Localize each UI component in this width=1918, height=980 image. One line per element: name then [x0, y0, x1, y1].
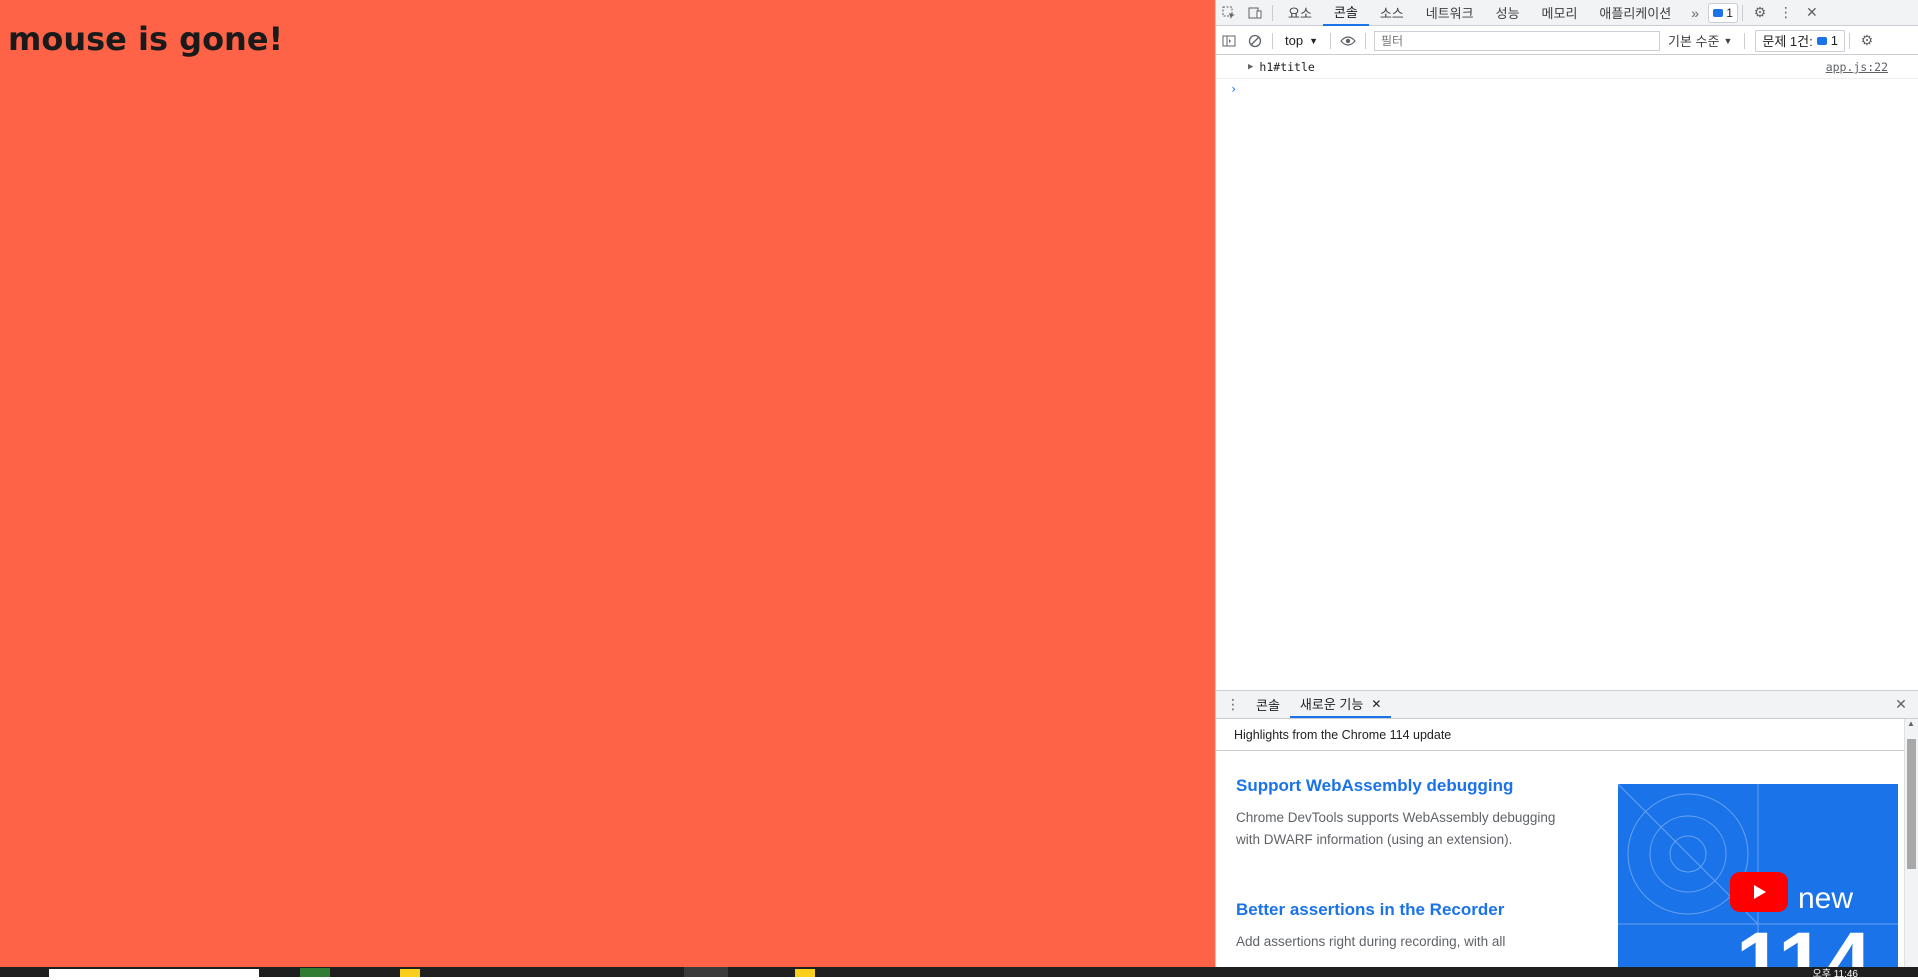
kebab-menu-icon[interactable]: ⋮: [1220, 692, 1246, 718]
youtube-play-icon[interactable]: [1730, 872, 1788, 912]
gear-icon[interactable]: ⚙: [1747, 0, 1773, 26]
feature-description: Chrome DevTools supports WebAssembly deb…: [1236, 810, 1556, 847]
tab-performance[interactable]: 성능: [1485, 0, 1531, 26]
video-new-label: new: [1798, 882, 1854, 915]
console-prompt[interactable]: ›: [1230, 82, 1237, 96]
devtools-tab-bar: 요소 콘솔 소스 네트워크 성능 메모리 애플리케이션 » 1 ⚙ ⋮ ✕: [1216, 0, 1918, 26]
issues-count: 1: [1830, 33, 1838, 48]
windows-taskbar: 오후 11:46: [0, 965, 1918, 980]
console-settings-gear-icon[interactable]: ⚙: [1854, 28, 1880, 54]
console-entry-text: h1#title: [1259, 60, 1315, 74]
taskbar-app-icon[interactable]: [684, 967, 728, 977]
whats-new-content: Support WebAssembly debugging Chrome Dev…: [1216, 752, 1904, 967]
taskbar-clock[interactable]: 오후 11:46: [1813, 965, 1858, 980]
dropdown-arrow-icon: ▼: [1723, 35, 1733, 46]
context-selector[interactable]: top ▼: [1277, 33, 1326, 48]
drawer-tab-whats-new[interactable]: 새로운 기능 ✕: [1289, 691, 1392, 718]
taskbar-app-icon[interactable]: [400, 969, 420, 977]
taskbar-search-box[interactable]: [49, 969, 259, 977]
divider: [1848, 32, 1850, 49]
devtools-drawer: ⋮ 콘솔 새로운 기능 ✕ ✕ Highlights from the Chro…: [1216, 690, 1918, 967]
context-label: top: [1285, 33, 1304, 48]
scrollbar-thumb[interactable]: [1907, 739, 1916, 869]
clear-console-icon[interactable]: [1242, 28, 1268, 54]
kebab-menu-icon[interactable]: ⋮: [1773, 0, 1799, 26]
drawer-tab-bar: ⋮ 콘솔 새로운 기능 ✕ ✕: [1216, 691, 1918, 719]
page-title: mouse is gone!: [8, 20, 284, 58]
console-entry[interactable]: ▶ h1#title app.js:22: [1216, 56, 1918, 79]
tab-memory[interactable]: 메모리: [1531, 0, 1589, 26]
drawer-tab-console[interactable]: 콘솔: [1246, 691, 1290, 718]
video-thumbnail[interactable]: new 114: [1618, 784, 1898, 967]
chevron-double-right-icon[interactable]: »: [1682, 0, 1708, 26]
log-levels-dropdown[interactable]: 기본 수준 ▼: [1660, 31, 1740, 50]
close-drawer-icon[interactable]: ✕: [1888, 692, 1914, 718]
tab-console[interactable]: 콘솔: [1322, 0, 1369, 26]
filter-input[interactable]: [1374, 30, 1660, 51]
dropdown-arrow-icon: ▼: [1309, 35, 1318, 46]
close-icon[interactable]: ✕: [1799, 0, 1825, 26]
tab-elements[interactable]: 요소: [1277, 0, 1323, 26]
drawer-scrollbar[interactable]: ▲: [1904, 719, 1918, 967]
message-icon: [1713, 8, 1724, 17]
divider: [1741, 4, 1743, 21]
message-icon: [1816, 36, 1827, 45]
tab-sources[interactable]: 소스: [1369, 0, 1415, 26]
devtools-panel: 요소 콘솔 소스 네트워크 성능 메모리 애플리케이션 » 1 ⚙ ⋮ ✕ to…: [1215, 0, 1918, 967]
video-version-label: 114: [1736, 915, 1872, 967]
issues-button[interactable]: 문제 1건: 1: [1755, 29, 1845, 52]
divider: [1272, 32, 1273, 49]
message-count-badge[interactable]: 1: [1708, 2, 1738, 23]
drawer-tab-label: 새로운 기능: [1299, 697, 1364, 712]
highlights-heading: Highlights from the Chrome 114 update: [1216, 719, 1904, 751]
issues-label: 문제 1건:: [1762, 34, 1813, 49]
divider: [1272, 4, 1273, 21]
device-toolbar-icon[interactable]: [1242, 0, 1268, 26]
web-page: mouse is gone!: [0, 0, 1215, 967]
eye-icon[interactable]: [1335, 28, 1361, 54]
taskbar-app-icon[interactable]: [795, 969, 815, 977]
divider: [1744, 32, 1746, 49]
inspect-element-icon[interactable]: [1216, 0, 1242, 26]
divider: [1365, 32, 1366, 49]
tab-application[interactable]: 애플리케이션: [1588, 0, 1682, 26]
log-levels-label: 기본 수준: [1668, 34, 1720, 49]
sidebar-toggle-icon[interactable]: [1216, 28, 1242, 54]
close-icon[interactable]: ✕: [1371, 697, 1381, 711]
scroll-up-arrow-icon[interactable]: ▲: [1907, 719, 1915, 728]
expand-triangle-icon[interactable]: ▶: [1248, 62, 1253, 72]
source-link[interactable]: app.js:22: [1826, 60, 1888, 74]
feature-description: Add assertions right during recording, w…: [1236, 934, 1506, 949]
drawer-tab-label: 콘솔: [1256, 698, 1280, 713]
divider: [1330, 32, 1331, 49]
feature-title-link[interactable]: Better assertions in the Recorder: [1236, 900, 1504, 920]
console-toolbar: top ▼ 기본 수준 ▼ 문제 1건: 1 ⚙: [1216, 27, 1918, 55]
feature-title-link[interactable]: Support WebAssembly debugging: [1236, 776, 1513, 796]
tab-network[interactable]: 네트워크: [1415, 0, 1485, 26]
message-count: 1: [1726, 5, 1733, 20]
taskbar-app-icon[interactable]: [300, 968, 330, 977]
